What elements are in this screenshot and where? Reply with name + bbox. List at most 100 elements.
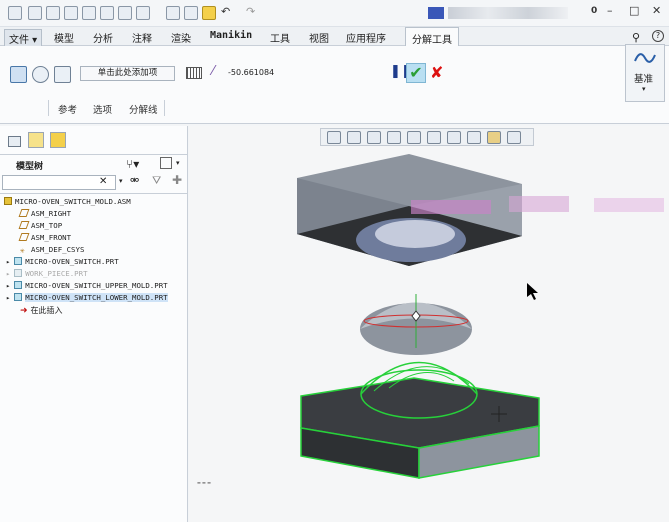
folder-browser-icon[interactable] <box>28 132 44 148</box>
model-tree-title: 模型树 <box>16 162 44 172</box>
filter-icon[interactable]: ⛛ <box>152 174 161 188</box>
part-icon <box>14 281 23 289</box>
apply-checkmark-icon[interactable]: ✔ <box>406 63 426 83</box>
tree-item-work-piece[interactable]: ▸ WORK_PIECE.PRT <box>6 269 88 278</box>
open-icon[interactable] <box>46 6 60 20</box>
search-icon[interactable]: ⚲ <box>632 31 640 44</box>
windows-icon[interactable] <box>118 6 132 20</box>
blurred-watermark <box>594 198 664 212</box>
model-tree-panel: 模型树 ⑂▾ ▾ ✕ ▾ ⚮ ⛛ ✚ MICRO-OVEN_SWITCH_MOL… <box>0 126 188 522</box>
clear-search-icon[interactable]: ✕ <box>99 176 107 187</box>
tab-explode-lines[interactable]: 分解线 <box>129 102 158 116</box>
tab-analysis[interactable]: 分析 <box>93 30 113 45</box>
part-icon <box>14 269 23 277</box>
minimize-button[interactable]: – <box>607 4 613 17</box>
tree-item-asm-top[interactable]: ASM_TOP <box>18 221 62 230</box>
datum-group[interactable]: 基准 ▾ <box>625 44 665 102</box>
add-column-icon[interactable]: ✚ <box>172 173 182 187</box>
tab-references[interactable]: 参考 <box>58 102 77 116</box>
select-icon[interactable] <box>184 6 198 20</box>
offset-value[interactable]: -50.661084 <box>228 68 274 77</box>
tab-annotate[interactable]: 注释 <box>132 30 152 45</box>
blurred-title-block <box>428 7 444 19</box>
rotate-icon[interactable] <box>32 66 49 83</box>
tree-item-asm-def-csys[interactable]: ✳ ASM_DEF_CSYS <box>20 245 84 255</box>
tab-view[interactable]: 视图 <box>309 30 329 45</box>
folder-icon[interactable] <box>202 6 216 20</box>
tree-item-switch-part[interactable]: ▸ MICRO-OVEN_SWITCH.PRT <box>6 257 119 266</box>
tree-item-upper-mold[interactable]: ▸ MICRO-OVEN_SWITCH_UPPER_MOLD.PRT <box>6 281 168 290</box>
mouse-pointer <box>527 283 538 300</box>
datum-plane-icon <box>18 233 30 241</box>
regenerate-icon[interactable] <box>100 6 114 20</box>
chevron-down-icon[interactable]: ▾ <box>119 177 123 185</box>
explode-ribbon: 单击此处添加项 ⁄ -50.661084 ❚❚ ✔ ✘ 参考 选项 分解线 <box>0 46 669 124</box>
motion-reference-icon[interactable]: ⁄ <box>212 64 214 79</box>
tab-render[interactable]: 渲染 <box>171 30 191 45</box>
show-menu-icon[interactable] <box>160 157 172 169</box>
title-digit: 0 <box>591 6 598 16</box>
help-icon[interactable]: ? <box>652 30 664 42</box>
tree-item-insert-here[interactable]: ➜ 在此插入 <box>20 305 63 316</box>
save-icon[interactable] <box>64 6 78 20</box>
datum-plane-icon <box>18 221 30 229</box>
view-plane-icon[interactable] <box>54 66 71 83</box>
find-icon[interactable]: ⚮ <box>130 174 139 187</box>
app-icon <box>8 6 22 20</box>
expand-icon[interactable]: ▸ <box>6 258 10 266</box>
divider <box>164 100 165 116</box>
part-icon <box>14 257 23 265</box>
lower-mold <box>300 361 540 479</box>
tab-tools[interactable]: 工具 <box>270 30 290 45</box>
tree-item-assembly[interactable]: MICRO-OVEN_SWITCH_MOLD.ASM <box>4 197 131 206</box>
add-item-collector[interactable]: 单击此处添加项 <box>80 66 175 81</box>
search-input[interactable]: ✕ <box>2 175 116 190</box>
settings-icon[interactable] <box>166 6 180 20</box>
close-window-icon[interactable] <box>136 6 150 20</box>
favorites-icon[interactable] <box>50 132 66 148</box>
expand-icon[interactable]: ▸ <box>6 270 10 278</box>
divider <box>48 100 49 116</box>
blurred-watermark <box>411 200 491 214</box>
maximize-button[interactable]: □ <box>629 4 639 17</box>
redo-icon[interactable]: ↷ <box>246 5 255 18</box>
part-icon <box>14 293 23 301</box>
switch-part <box>360 294 472 355</box>
blurred-watermark <box>509 196 569 212</box>
new-file-icon[interactable] <box>28 6 42 20</box>
datum-label: 基准 <box>634 74 654 85</box>
chevron-down-icon[interactable]: ▾ <box>176 159 180 167</box>
blurred-title-text <box>448 7 568 19</box>
cancel-x-icon[interactable]: ✘ <box>430 63 443 82</box>
tab-model[interactable]: 模型 <box>54 30 74 45</box>
tree-item-asm-right[interactable]: ASM_RIGHT <box>18 209 71 218</box>
tab-explode-tool[interactable]: 分解工具 <box>405 27 459 47</box>
ruler-icon[interactable] <box>186 67 202 79</box>
tab-manikin[interactable]: Manikin <box>210 30 252 41</box>
undo-icon[interactable]: ↶ <box>221 5 230 18</box>
ribbon-tabs: 文件 ▾ 模型 分析 注释 渲染 Manikin 工具 视图 应用程序 分解工具… <box>0 27 669 48</box>
datum-icon <box>634 53 656 63</box>
coordinate-system-icon: ✳ <box>20 246 25 255</box>
datum-plane-icon <box>18 209 30 217</box>
divider <box>0 193 188 194</box>
translate-icon[interactable] <box>10 66 27 83</box>
divider <box>0 154 188 155</box>
save-as-icon[interactable] <box>82 6 96 20</box>
chevron-down-icon: ▾ <box>642 85 646 93</box>
scale-note: ▬ ▬ ▬ <box>197 480 211 485</box>
upper-cavity-highlight <box>375 220 455 248</box>
expand-icon[interactable]: ▸ <box>6 282 10 290</box>
expand-icon[interactable]: ▸ <box>6 294 10 302</box>
model-tree-tab-icon[interactable] <box>8 136 21 147</box>
close-button[interactable]: ✕ <box>652 4 661 17</box>
tab-applications[interactable]: 应用程序 <box>346 30 386 45</box>
tree-settings-icon[interactable]: ⑂▾ <box>126 157 139 171</box>
tree-item-asm-front[interactable]: ASM_FRONT <box>18 233 71 242</box>
tab-options[interactable]: 选项 <box>93 102 112 116</box>
insert-arrow-icon: ➜ <box>20 306 28 316</box>
3d-model-scene: ▬ ▬ ▬ <box>197 154 664 485</box>
assembly-icon <box>4 197 12 205</box>
tree-item-lower-mold[interactable]: ▸ MICRO-OVEN_SWITCH_LOWER_MOLD.PRT <box>6 293 168 302</box>
title-bar: ↶ ↷ 0 – □ ✕ <box>0 0 669 27</box>
